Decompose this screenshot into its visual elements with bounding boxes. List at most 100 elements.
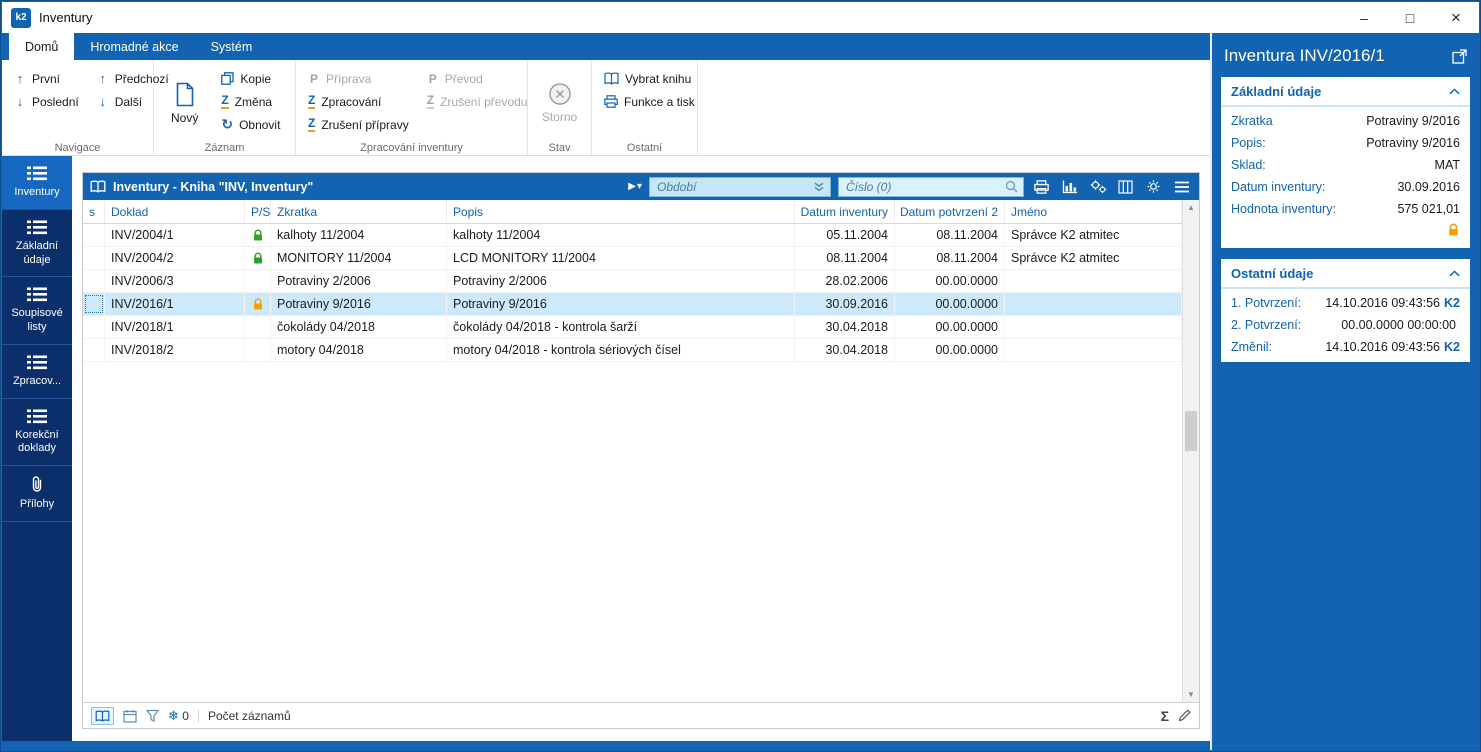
tab-hromadne-akce[interactable]: Hromadné akce — [74, 33, 194, 60]
vertical-scrollbar[interactable]: ▲ ▼ — [1182, 200, 1199, 702]
cancel-preparation-button[interactable]: Z Zrušení přípravy — [305, 113, 412, 136]
cell-jmeno: Správce K2 atmitec — [1005, 224, 1182, 246]
window-controls: – □ × — [1341, 2, 1479, 33]
chart-button[interactable] — [1059, 176, 1080, 197]
number-search[interactable] — [838, 177, 1024, 197]
functions-print-button[interactable]: Funkce a tisk — [601, 90, 698, 113]
panel-title-row: Inventura INV/2016/1 — [1212, 33, 1479, 77]
table-row-selected[interactable]: INV/2016/1 Potraviny 9/2016 Potraviny 9/… — [83, 293, 1182, 316]
cell-datum-potvrzeni: 00.00.0000 — [895, 316, 1005, 338]
sidebar-item-prilohy[interactable]: Přílohy — [2, 466, 72, 522]
cell-popis: Potraviny 9/2016 — [447, 293, 795, 315]
storno-button[interactable]: Storno — [534, 79, 585, 127]
filter-button[interactable] — [146, 709, 159, 722]
scrollbar-thumb[interactable] — [1185, 411, 1197, 451]
book-view-toggle[interactable] — [91, 707, 114, 725]
cell-jmeno — [1005, 293, 1182, 315]
grid-statusbar: ❄ 0 Počet záznamů Σ — [83, 702, 1199, 728]
sigma-icon: Σ — [1161, 708, 1169, 724]
cell-datum-potvrzeni: 08.11.2004 — [895, 224, 1005, 246]
menu-button[interactable] — [1171, 176, 1192, 197]
sidebar-item-zpracovani[interactable]: Zpracov... — [2, 345, 72, 399]
table-row[interactable]: INV/2004/1 kalhoty 11/2004 kalhoty 11/20… — [83, 224, 1182, 247]
sidebar-item-inventury[interactable]: Inventury — [2, 156, 72, 210]
settings-button[interactable] — [1143, 176, 1164, 197]
column-header-ps[interactable]: P/S — [245, 200, 271, 223]
book-icon — [604, 72, 619, 85]
copy-button[interactable]: Kopie — [218, 67, 283, 90]
cancel-transfer-button[interactable]: Z Zrušení převodu — [424, 90, 531, 113]
cell-zkratka: Potraviny 9/2016 — [271, 293, 447, 315]
p-icon: P — [427, 72, 439, 86]
tab-system[interactable]: Systém — [195, 33, 269, 60]
column-header-zkratka[interactable]: Zkratka — [271, 200, 447, 223]
chevron-up-icon[interactable] — [1449, 270, 1460, 277]
new-button[interactable]: Nový — [163, 79, 206, 128]
sidebar-item-korekcni-doklady[interactable]: Korekční doklady — [2, 399, 72, 467]
maximize-button[interactable]: □ — [1387, 2, 1433, 33]
cell-doklad: INV/2006/3 — [105, 270, 245, 292]
table-row[interactable]: INV/2006/3 Potraviny 2/2006 Potraviny 2/… — [83, 270, 1182, 293]
transfer-button[interactable]: P Převod — [424, 67, 531, 90]
panel-title: Inventura INV/2016/1 — [1224, 46, 1385, 66]
sidebar-item-soupisove-listy[interactable]: Soupisové listy — [2, 277, 72, 345]
snowflake-count: 0 — [182, 709, 189, 723]
column-header-jmeno[interactable]: Jméno — [1005, 200, 1182, 223]
card-header[interactable]: Základní údaje — [1221, 77, 1470, 107]
sidebar-item-zakladni-udaje[interactable]: Základní údaje — [2, 210, 72, 278]
column-header-s[interactable]: s — [83, 200, 105, 223]
empty-rows-area — [83, 362, 1182, 702]
field-row: Popis: Potraviny 9/2016 — [1221, 132, 1470, 154]
app-icon: k2 — [11, 8, 31, 28]
print-button[interactable] — [1031, 176, 1052, 197]
sum-button[interactable]: Σ — [1161, 708, 1169, 724]
cell-zkratka: Potraviny 2/2006 — [271, 270, 447, 292]
group-label-ostatni: Ostatní — [592, 142, 697, 154]
paperclip-icon — [30, 476, 44, 493]
select-book-button[interactable]: Vybrat knihu — [601, 67, 698, 90]
column-header-datum-inventury[interactable]: Datum inventury — [795, 200, 895, 223]
processing-button[interactable]: Z Zpracování — [305, 90, 412, 113]
edit-mode-button[interactable] — [1178, 709, 1191, 722]
column-header-popis[interactable]: Popis — [447, 200, 795, 223]
automation-button[interactable] — [1087, 176, 1108, 197]
period-input[interactable] — [655, 179, 809, 195]
bar-chart-icon — [1062, 180, 1078, 194]
last-record-button[interactable]: ↓ Poslední — [11, 90, 82, 113]
cell-datum-inventury: 28.02.2006 — [795, 270, 895, 292]
inventory-grid: Inventury - Kniha "INV, Inventury" ▶▾ — [82, 172, 1200, 729]
ribbon-group-zpracovani-inventury: P Příprava Z Zpracování Z Zrušení přípra… — [296, 60, 528, 155]
table-row[interactable]: INV/2018/1 čokolády 04/2018 čokolády 04/… — [83, 316, 1182, 339]
card-header[interactable]: Ostatní údaje — [1221, 259, 1470, 289]
close-button[interactable]: × — [1433, 2, 1479, 33]
preparation-button[interactable]: P Příprava — [305, 67, 412, 90]
ribbon: ↑ První ↓ Poslední ↑ Předchozí ↓ Další N — [2, 60, 1210, 156]
filter-funnel-icon — [146, 709, 159, 722]
calendar-button[interactable] — [123, 709, 137, 723]
z-edit-icon: Z — [308, 94, 315, 109]
chevron-up-icon[interactable] — [1449, 88, 1460, 95]
tab-domu[interactable]: Domů — [9, 33, 74, 60]
group-label-zaznam: Záznam — [154, 142, 295, 154]
column-header-datum-potvrzeni-2[interactable]: Datum potvrzení 2 — [895, 200, 1005, 223]
period-combo[interactable] — [649, 177, 831, 197]
record-count-label: Počet záznamů — [208, 709, 291, 723]
list-icon — [27, 166, 47, 181]
refresh-button[interactable]: ↻ Obnovit — [218, 113, 283, 136]
scroll-up-arrow[interactable]: ▲ — [1187, 200, 1195, 215]
table-row[interactable]: INV/2004/2 MONITORY 11/2004 LCD MONITORY… — [83, 247, 1182, 270]
run-filter-button[interactable]: ▶▾ — [628, 181, 642, 192]
cell-datum-potvrzeni: 00.00.0000 — [895, 270, 1005, 292]
new-document-icon — [175, 82, 195, 107]
open-in-window-icon[interactable] — [1452, 49, 1467, 64]
first-record-button[interactable]: ↑ První — [11, 67, 82, 90]
table-row[interactable]: INV/2018/2 motory 04/2018 motory 04/2018… — [83, 339, 1182, 362]
edit-button[interactable]: Z Změna — [218, 90, 283, 113]
field-row: 1. Potvrzení: 14.10.2016 09:43:56K2 — [1221, 292, 1470, 314]
number-search-input[interactable] — [844, 179, 1001, 195]
scroll-down-arrow[interactable]: ▼ — [1187, 687, 1195, 702]
column-header-doklad[interactable]: Doklad — [105, 200, 245, 223]
minimize-button[interactable]: – — [1341, 2, 1387, 33]
snowflake-icon: ❄ — [168, 708, 179, 724]
columns-button[interactable] — [1115, 176, 1136, 197]
